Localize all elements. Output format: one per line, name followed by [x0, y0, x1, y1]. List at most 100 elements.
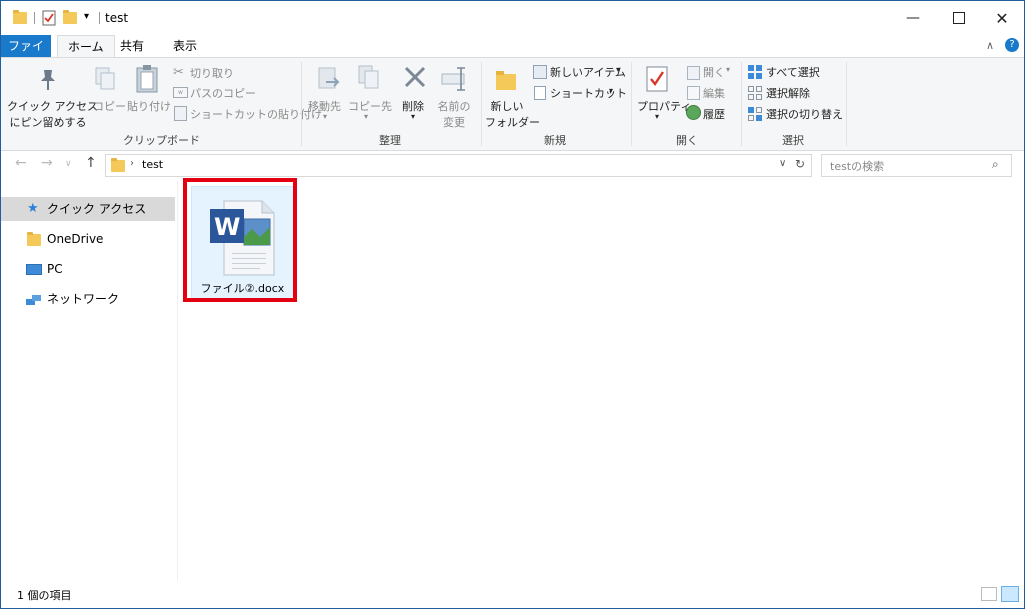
nav-item-label: クイック アクセス	[47, 202, 147, 216]
refresh-icon[interactable]: ↻	[795, 157, 805, 171]
history-icon	[686, 105, 701, 120]
move-to-icon	[316, 66, 342, 95]
close-button[interactable]: ✕	[979, 1, 1025, 35]
qat-dropdown-icon[interactable]: ▾	[84, 11, 100, 27]
new-folder-button[interactable]: 新しい フォルダー	[485, 98, 540, 130]
copy-path-icon: w	[173, 87, 188, 98]
nav-item-label: PC	[47, 262, 63, 276]
status-bar: 1 個の項目	[1, 583, 1024, 607]
tab-home[interactable]: ホーム	[57, 35, 115, 57]
up-arrow-icon: ↑	[85, 155, 97, 171]
new-folder-icon	[496, 68, 518, 90]
nav-item-network[interactable]: ネットワーク	[1, 287, 175, 311]
back-button[interactable]: ←	[15, 155, 27, 171]
select-group-label: 選択	[782, 134, 804, 147]
properties-icon	[646, 66, 668, 95]
rename-label-line2: 変更	[443, 116, 465, 129]
search-icon[interactable]: ⌕	[992, 157, 999, 172]
paste-shortcut-icon	[174, 106, 187, 121]
minimize-icon: —	[906, 10, 920, 26]
recent-locations-button[interactable]: ∨	[65, 159, 72, 169]
properties-dropdown-icon: ▾	[655, 112, 660, 121]
cut-icon: ✂	[173, 65, 184, 80]
new-folder-qat-icon[interactable]	[63, 10, 79, 26]
navigation-pane: ★ クイック アクセス OneDrive PC ネットワーク	[1, 181, 178, 581]
folder-icon	[13, 10, 29, 26]
delete-icon	[402, 64, 428, 93]
chevron-down-icon: ∨	[65, 159, 72, 169]
properties-button[interactable]: プロパティ	[637, 98, 691, 114]
nav-item-quick-access[interactable]: ★ クイック アクセス	[1, 197, 175, 221]
new-folder-line1: 新しい	[490, 100, 524, 113]
open-dropdown-icon: ▾	[726, 65, 731, 74]
open-group-label: 開く	[676, 134, 698, 147]
rename-button[interactable]: 名前の 変更	[437, 98, 471, 130]
paste-shortcut-button[interactable]: ショートカットの貼り付け	[190, 106, 322, 122]
nav-item-label: OneDrive	[47, 232, 104, 246]
history-button[interactable]: 履歴	[703, 106, 725, 122]
copy-icon	[94, 66, 116, 95]
tab-file[interactable]: ファイル	[1, 35, 51, 75]
organize-group-label: 整理	[379, 134, 401, 147]
window-title: test	[105, 11, 129, 25]
item-count: 1 個の項目	[17, 589, 72, 602]
paste-icon	[135, 64, 159, 97]
rename-icon	[441, 66, 469, 95]
copy-to-button[interactable]: コピー先	[348, 98, 392, 114]
easy-access-button[interactable]: ショートカット	[550, 85, 627, 101]
easy-access-icon	[534, 86, 546, 100]
delete-dropdown-icon: ▾	[411, 112, 416, 121]
details-view-icon[interactable]	[981, 587, 997, 601]
back-arrow-icon: ←	[15, 155, 27, 171]
forward-arrow-icon: →	[41, 155, 53, 171]
ribbon: クイック アクセス にピン留めする コピー 貼り付け ✂ 切り取り w パスのコ…	[1, 57, 1024, 151]
maximize-icon	[953, 12, 965, 24]
large-icons-view-icon[interactable]	[1001, 586, 1019, 602]
invert-selection-button[interactable]: 選択の切り替え	[766, 106, 843, 122]
breadcrumb-item[interactable]: test	[142, 158, 163, 171]
folder-icon	[27, 232, 41, 246]
collapse-ribbon-icon[interactable]: ∧	[986, 39, 994, 52]
new-group-label: 新規	[544, 134, 566, 147]
paste-button[interactable]: 貼り付け	[127, 98, 171, 114]
cut-button[interactable]: 切り取り	[190, 65, 234, 81]
address-dropdown-icon[interactable]: ∨	[779, 158, 786, 169]
edit-icon	[687, 86, 700, 100]
copy-button[interactable]: コピー	[93, 98, 126, 114]
tab-view[interactable]: 表示	[163, 35, 207, 57]
close-icon: ✕	[995, 8, 1009, 28]
nav-item-onedrive[interactable]: OneDrive	[1, 227, 175, 251]
open-button[interactable]: 開く	[703, 64, 725, 80]
forward-button[interactable]: →	[41, 155, 53, 171]
nav-item-label: ネットワーク	[47, 292, 120, 306]
star-icon: ★	[27, 201, 39, 216]
nav-item-pc[interactable]: PC	[1, 257, 175, 281]
maximize-button[interactable]	[936, 1, 982, 35]
tab-share[interactable]: 共有	[110, 35, 154, 57]
navigation-bar: ← → ∨ ↑ › test ∨ ↻ testの検索 ⌕	[1, 151, 1024, 179]
move-to-dropdown-icon: ▾	[323, 112, 328, 121]
search-placeholder: testの検索	[830, 160, 885, 173]
minimize-button[interactable]: —	[890, 1, 936, 35]
new-item-button[interactable]: 新しいアイテム	[550, 64, 626, 80]
breadcrumb-chevron-icon: ›	[130, 158, 134, 169]
select-none-button[interactable]: 選択解除	[766, 85, 810, 101]
pin-label-line2: にピン留めする	[9, 116, 87, 129]
copy-path-button[interactable]: パスのコピー	[190, 85, 256, 101]
help-icon[interactable]: ?	[1005, 38, 1019, 52]
ribbon-tabs: ファイル ホーム 共有 表示 ∧ ?	[1, 35, 1024, 75]
network-icon	[26, 292, 42, 316]
invert-selection-icon	[748, 107, 762, 124]
pin-to-quick-access-button[interactable]: クイック アクセス にピン留めする	[7, 98, 98, 130]
address-bar[interactable]: › test ∨ ↻	[105, 154, 812, 177]
select-none-icon	[748, 86, 762, 103]
up-button[interactable]: ↑	[85, 155, 97, 171]
select-all-icon	[748, 65, 762, 82]
explorer-window: ▾ test — ✕ ファイル ホーム 共有 表示 ∧ ? クイック アクセス …	[0, 0, 1025, 609]
highlight-box	[183, 178, 297, 302]
select-all-button[interactable]: すべて選択	[766, 64, 820, 80]
pin-label-line1: クイック アクセス	[7, 100, 98, 113]
edit-button[interactable]: 編集	[703, 85, 725, 101]
search-box[interactable]: testの検索 ⌕	[821, 154, 1012, 177]
properties-qat-icon[interactable]	[42, 10, 58, 26]
